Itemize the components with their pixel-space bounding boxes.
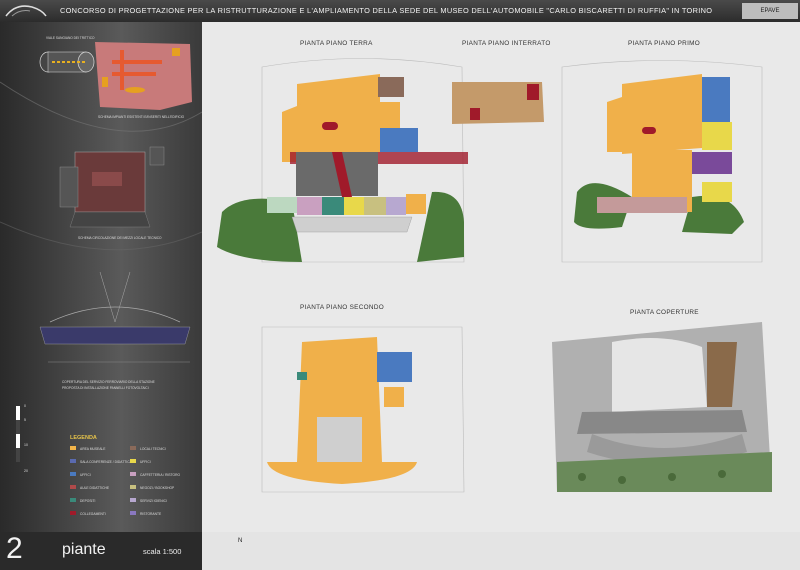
- header-bar: CONCORSO DI PROGETTAZIONE PER LA RISTRUT…: [0, 0, 800, 22]
- circulation-plan-diagram: [59, 146, 165, 228]
- legend-swatch: [70, 446, 76, 450]
- page-number: 2: [6, 532, 23, 565]
- north-label: N: [238, 538, 243, 544]
- competition-board: CONCORSO DI PROGETTAZIONE PER LA RISTRUT…: [0, 0, 800, 570]
- scale-bar: [16, 406, 20, 462]
- plan-title-coperture: PIANTA COPERTURE: [630, 309, 699, 316]
- ground-floor-plan: [217, 58, 468, 263]
- station-roof-diagram: [39, 271, 191, 363]
- legend-label: SALA CONFERENZE / DIDATTICA: [80, 459, 132, 464]
- legend-label: DEPOSITI: [80, 498, 96, 503]
- legend-label: AREA MUSEALE: [80, 446, 106, 451]
- systems-plan-diagram: [95, 42, 192, 110]
- plan-title-interrato: PIANTA PIANO INTERRATO: [462, 40, 551, 47]
- legend-swatch: [70, 459, 76, 463]
- legend-label: AULE DIDATTICHE: [80, 485, 110, 490]
- legend-label: COLLEGAMENTI: [80, 511, 106, 516]
- legend-swatch: [130, 485, 136, 489]
- left-panel-graphics: [0, 42, 203, 462]
- legend-label: LOCALI TECNICI: [140, 446, 166, 451]
- basement-plan: [452, 82, 544, 124]
- legend-label: UFFICI: [140, 459, 151, 464]
- diagram1-caption: SCHEMA IMPIANTI ESISTENTI E/INSERITI NEL…: [98, 115, 185, 119]
- page-name: piante: [62, 541, 106, 558]
- scale-tick-0: 0: [24, 404, 26, 408]
- legend-label: RISTORANTE: [140, 511, 162, 516]
- legend-swatch: [70, 485, 76, 489]
- diagram3-caption-1: COPERTURA DEL SERVIZIO FERROVIARIO DELLA…: [62, 380, 155, 384]
- legend-label: NEGOZI / BOOKSHOP: [140, 485, 175, 490]
- legend-swatch: [130, 511, 136, 515]
- footer-bar: [0, 532, 800, 570]
- legend-swatch: [130, 472, 136, 476]
- board-title: CONCORSO DI PROGETTAZIONE PER LA RISTRUT…: [60, 6, 713, 15]
- legend-swatch: [70, 511, 76, 515]
- first-floor-plan: [561, 60, 763, 263]
- legend-label: UFFICI: [80, 472, 91, 477]
- legend-swatch: [130, 446, 136, 450]
- legend-swatch: [130, 459, 136, 463]
- left-panel: VIALE SANGIANO DEI TRITTICO SCHEMA IMPIA…: [0, 22, 203, 532]
- footer-light-area: [202, 532, 800, 570]
- legend-swatch: [70, 472, 76, 476]
- diagram3-caption-2: PROPOSTA DI INSTALLAZIONE PANNELLI FOTOV…: [62, 386, 149, 390]
- scale-tick-20: 20: [24, 469, 28, 473]
- roof-plan: [552, 322, 772, 492]
- scale-tick-10: 10: [24, 443, 28, 447]
- second-floor-plan: [261, 326, 465, 493]
- legend-title: LEGENDA: [70, 435, 97, 441]
- plan-title-primo: PIANTA PIANO PRIMO: [628, 40, 701, 47]
- legend-swatch: [130, 498, 136, 502]
- pipe-diagram: [39, 51, 95, 73]
- scale-tick-5: 5: [24, 418, 26, 422]
- diagram2-caption: SCHEMA CIRCOLAZIONE DEI MEZZI LOCALE TEC…: [78, 236, 162, 240]
- plan-title-terra: PIANTA PIANO TERRA: [300, 40, 373, 47]
- legend-label: SERVIZI IGIENICI: [140, 498, 167, 503]
- plan-title-secondo: PIANTA PIANO SECONDO: [300, 304, 385, 311]
- logo-icon: [5, 5, 47, 17]
- diagram1-label: VIALE SANGIANO DEI TRITTICO: [46, 36, 95, 40]
- project-code: EPAVE: [742, 3, 798, 19]
- scale-label: scala 1:500: [143, 547, 182, 556]
- legend-label: CAFFETTERIA / RISTORO: [140, 472, 181, 477]
- plans-drawing: [217, 58, 772, 493]
- legend-swatch: [70, 498, 76, 502]
